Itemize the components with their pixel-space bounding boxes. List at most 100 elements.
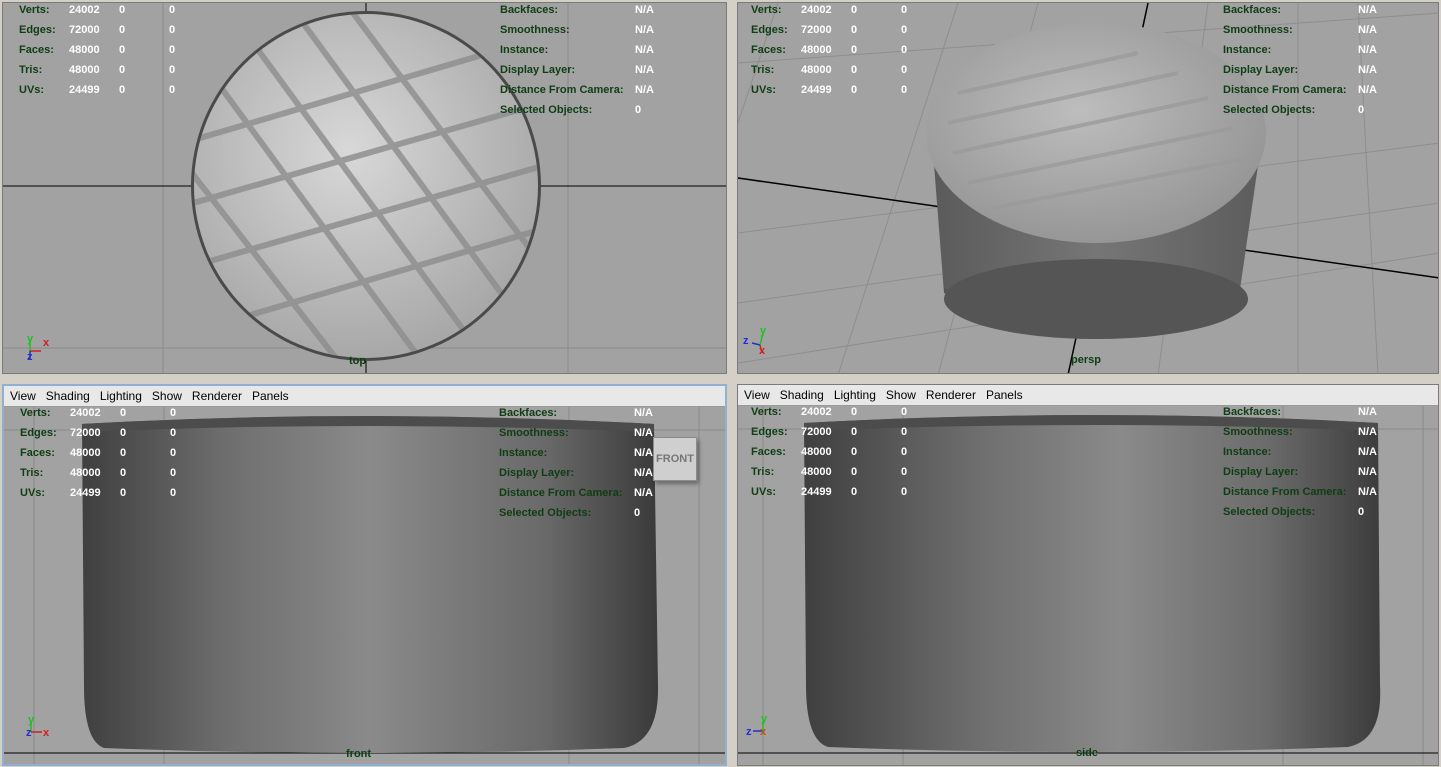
info-label: Display Layer: [1223,64,1299,76]
stat-value: 0 [169,4,176,16]
stat-value: 72000 [801,426,832,438]
menu-view[interactable]: View [4,389,41,403]
stat-value: 0 [120,487,127,499]
info-label: Smoothness: [1223,24,1293,36]
menu-panels[interactable]: Panels [981,388,1028,402]
stat-label: Faces: [20,447,55,459]
info-value: 0 [1358,104,1365,116]
info-value: N/A [1358,84,1377,96]
panel-menubar: View Shading Lighting Show Renderer Pane… [4,386,725,407]
stat-value: 24499 [70,487,101,499]
info-label: Display Layer: [1223,466,1299,478]
info-value: N/A [634,427,653,439]
info-label: Distance From Camera: [1223,84,1347,96]
axis-y-label: y [27,333,34,345]
side-scene [738,405,1438,765]
stat-value: 0 [170,447,177,459]
stat-value: 24499 [69,84,100,96]
stat-value: 0 [901,84,908,96]
stat-label: Faces: [751,44,786,56]
info-value: 0 [1358,506,1365,518]
info-label: Selected Objects: [1223,104,1316,116]
stat-value: 0 [170,427,177,439]
stat-value: 0 [901,64,908,76]
stat-value: 48000 [70,447,101,459]
viewport-side[interactable]: View Shading Lighting Show Renderer Pane… [737,384,1439,766]
info-value: N/A [634,487,653,499]
viewcube[interactable]: FRONT [653,437,697,481]
stat-value: 0 [901,486,908,498]
stat-value: 24002 [69,4,100,16]
viewport-top[interactable]: Verts: 24002 0 0 Edges: 72000 0 0 Faces: 48000 0… [2,2,727,374]
menu-lighting[interactable]: Lighting [829,388,881,402]
info-value: N/A [635,64,654,76]
stat-value: 48000 [801,446,832,458]
info-label: Instance: [1223,446,1272,458]
panel-menubar: View Shading Lighting Show Renderer Pane… [738,385,1438,406]
menu-renderer[interactable]: Renderer [921,388,981,402]
menu-show[interactable]: Show [881,388,921,402]
info-value: N/A [1358,64,1377,76]
stat-value: 0 [901,4,908,16]
camera-name: top [349,355,367,367]
axis-gizmo: y z x [22,714,62,750]
menu-view[interactable]: View [738,388,775,402]
menu-lighting[interactable]: Lighting [95,389,147,403]
info-value: N/A [1358,486,1377,498]
stat-value: 24499 [801,84,832,96]
axis-y-label: y [761,713,768,725]
persp-scene [738,3,1438,373]
axis-gizmo: y x z [21,333,61,369]
stat-label: Faces: [751,446,786,458]
info-label: Smoothness: [499,427,569,439]
menu-panels[interactable]: Panels [247,389,294,403]
info-value: N/A [635,84,654,96]
info-label: Smoothness: [1223,426,1293,438]
stat-value: 0 [901,466,908,478]
stat-label: Edges: [751,426,788,438]
viewport-front[interactable]: View Shading Lighting Show Renderer Pane… [2,384,727,766]
stat-value: 24499 [801,486,832,498]
stat-value: 0 [120,467,127,479]
info-value: N/A [1358,4,1377,16]
menu-shading[interactable]: Shading [41,389,95,403]
axis-x-label: x [760,726,767,738]
info-value: N/A [634,447,653,459]
info-value: N/A [635,24,654,36]
stat-label: Edges: [19,24,56,36]
info-value: 0 [635,104,642,116]
stat-value: 48000 [69,64,100,76]
axis-y-label: y [28,714,35,726]
front-scene [4,406,725,764]
stat-value: 0 [901,446,908,458]
stat-value: 0 [119,24,126,36]
stat-value: 48000 [801,44,832,56]
menu-show[interactable]: Show [147,389,187,403]
camera-name: side [1076,747,1099,759]
stat-value: 0 [169,44,176,56]
menu-shading[interactable]: Shading [775,388,829,402]
stat-label: UVs: [19,84,45,96]
camera-name: persp [1071,354,1101,366]
info-value: N/A [1358,24,1377,36]
axis-z-label: z [746,726,752,738]
stat-value: 0 [851,4,858,16]
axis-y-label: y [760,325,767,337]
stat-value: 0 [851,446,858,458]
stat-value: 0 [119,64,126,76]
stat-value: 0 [851,486,858,498]
stat-label: UVs: [20,487,46,499]
stat-value: 0 [169,64,176,76]
stat-label: Verts: [751,4,782,16]
axis-x-label: x [43,727,50,739]
viewport-persp[interactable]: Verts: 24002 0 0 Edges: 72000 0 0 Faces: 48000 0… [737,2,1439,374]
info-label: Instance: [1223,44,1272,56]
menu-renderer[interactable]: Renderer [187,389,247,403]
stat-value: 48000 [69,44,100,56]
stat-value: 0 [169,24,176,36]
stat-value: 0 [120,427,127,439]
camera-name: front [346,748,372,760]
stat-label: Edges: [20,427,57,439]
info-label: Selected Objects: [499,507,592,519]
info-label: Selected Objects: [500,104,593,116]
